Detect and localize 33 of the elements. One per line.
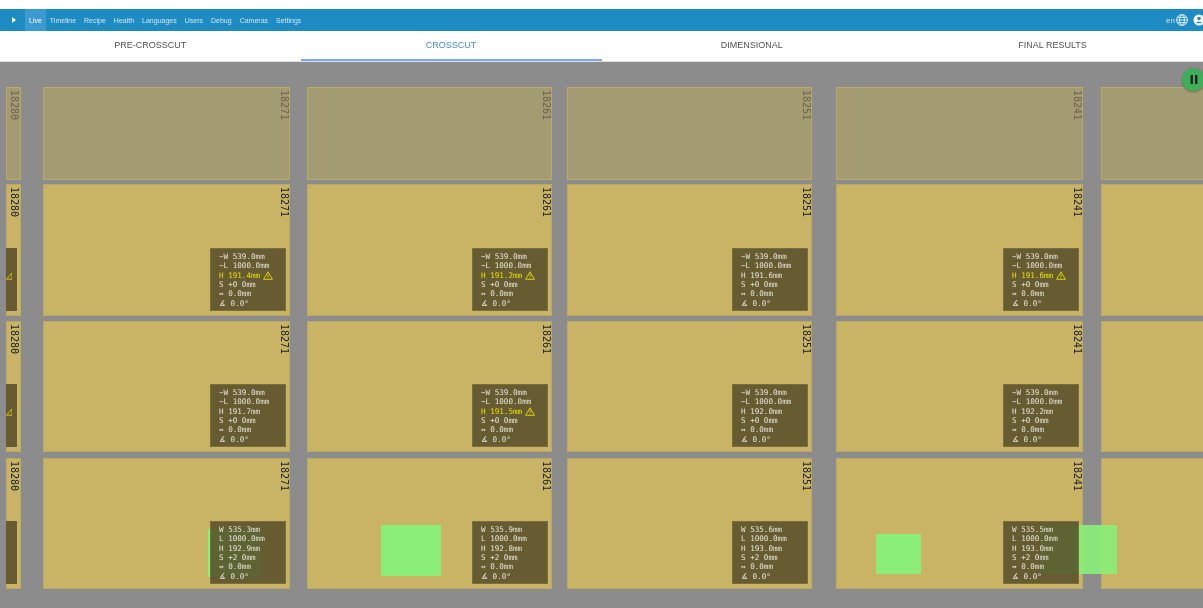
board-id: 18261 — [541, 324, 551, 355]
board-id: 18251 — [801, 187, 811, 218]
detection-marker — [876, 534, 921, 574]
measure-panel — [6, 521, 17, 584]
board-id: 18251 — [801, 324, 811, 355]
board-id: 18261 — [541, 187, 551, 218]
board-id: 18241 — [1072, 324, 1082, 355]
board-id: 18251 — [801, 90, 811, 121]
board-id: 18241 — [1072, 187, 1082, 218]
pause-icon — [1189, 75, 1198, 84]
board-id: 18271 — [279, 324, 289, 355]
warning-icon — [263, 270, 274, 280]
board-id: 18280 — [9, 187, 19, 218]
board-id: 18271 — [279, 187, 289, 218]
account-icon[interactable] — [1193, 14, 1203, 26]
warning-icon — [525, 270, 536, 280]
caret-icon[interactable] — [12, 17, 16, 23]
warning-icon — [1056, 270, 1067, 280]
board-id: 18280 — [9, 90, 19, 121]
board-id: 18241 — [1072, 461, 1082, 492]
language-label[interactable]: en — [1166, 15, 1175, 25]
board-id: 18271 — [279, 461, 289, 492]
board-id: 18261 — [541, 90, 551, 121]
board-id: 18241 — [1072, 90, 1082, 121]
detection-marker — [381, 525, 441, 576]
board-id: 18280 — [9, 461, 19, 492]
pause-button[interactable] — [1182, 68, 1203, 91]
board-id: 18251 — [801, 461, 811, 492]
board-id: 18280 — [9, 324, 19, 355]
warning-icon — [525, 406, 536, 416]
board-id: 18261 — [541, 461, 551, 492]
board-id: 18271 — [279, 90, 289, 121]
globe-icon[interactable] — [1176, 14, 1188, 26]
